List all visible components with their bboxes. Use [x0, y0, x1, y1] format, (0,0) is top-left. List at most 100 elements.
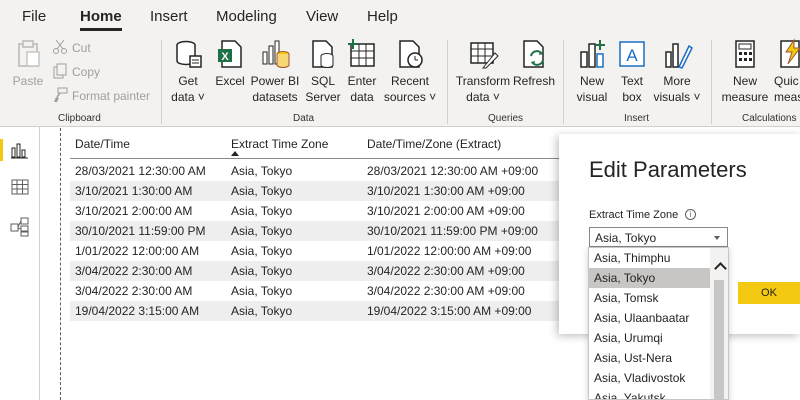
powerbi-datasets-icon: [259, 38, 291, 70]
ribbon: Paste Cut Copy Format painter Clipboard …: [0, 34, 800, 127]
dropdown-scrollbar[interactable]: [710, 248, 728, 399]
sql-server-button[interactable]: SQL Server: [304, 38, 342, 105]
group-label-calculations: Calculations: [742, 113, 797, 124]
table-cell: 3/04/2022 2:30:00 AM +09:00: [367, 264, 525, 278]
model-view-icon[interactable]: [10, 217, 30, 237]
menu-modeling[interactable]: Modeling: [216, 8, 277, 25]
svg-text:X: X: [221, 51, 229, 63]
table-cell: Asia, Tokyo: [231, 184, 293, 198]
new-visual-label-1: New: [579, 74, 604, 88]
more-visuals-label-2: visuals: [653, 90, 691, 104]
transform-label-2: data: [466, 90, 490, 104]
quick-measure-button[interactable]: Quic measu: [774, 38, 800, 105]
text-box-label-2: box: [622, 90, 642, 104]
recent-label-1: Recent: [390, 74, 430, 88]
table-cell: 28/03/2021 12:30:00 AM +09:00: [367, 164, 539, 178]
menu-help[interactable]: Help: [367, 8, 398, 25]
table-row: 19/04/2022 3:15:00 AM Asia, Tokyo 19/04/…: [70, 301, 560, 321]
table-cell: 28/03/2021 12:30:00 AM: [75, 164, 206, 178]
get-data-label-1: Get: [178, 74, 198, 88]
info-icon[interactable]: i: [685, 209, 696, 220]
menu-home[interactable]: Home: [80, 8, 122, 25]
menu-insert[interactable]: Insert: [150, 8, 188, 25]
dropdown-option[interactable]: Asia, Ust-Nera: [589, 348, 711, 368]
cut-label: Cut: [72, 41, 91, 55]
table-row: 28/03/2021 12:30:00 AM Asia, Tokyo 28/03…: [70, 161, 560, 181]
scroll-thumb[interactable]: [714, 280, 724, 399]
chevron-down-icon: ˅: [690, 90, 701, 104]
menu-view[interactable]: View: [306, 8, 338, 25]
group-separator: [447, 40, 448, 124]
ok-button[interactable]: OK: [738, 282, 800, 304]
active-tab-indicator: [80, 28, 122, 31]
refresh-label: Refresh: [513, 74, 556, 88]
transform-label-1: Transform: [455, 74, 511, 88]
group-label-data: Data: [293, 113, 315, 124]
header-divider: [70, 158, 560, 159]
active-view-indicator: [0, 139, 3, 161]
svg-text:A: A: [626, 46, 638, 65]
powerbi-datasets-button[interactable]: Power BI datasets: [250, 38, 300, 105]
enter-data-button[interactable]: Enter data: [344, 38, 380, 105]
time-zone-select[interactable]: Asia, Tokyo: [589, 227, 728, 247]
group-separator: [563, 40, 564, 124]
table-cell: 3/10/2021 1:30:00 AM +09:00: [367, 184, 525, 198]
excel-button[interactable]: X Excel: [212, 38, 248, 89]
table-plus-icon: [346, 38, 378, 70]
dropdown-option[interactable]: Asia, Vladivostok: [589, 368, 711, 388]
column-header-extract-time-zone[interactable]: Extract Time Zone: [231, 137, 328, 151]
dropdown-option-selected[interactable]: Asia, Tokyo: [589, 268, 711, 288]
table-row: 3/04/2022 2:30:00 AM Asia, Tokyo 3/04/20…: [70, 261, 560, 281]
chevron-down-icon: [714, 236, 720, 240]
get-data-label-2: data: [171, 90, 195, 104]
table-row: 3/04/2022 2:30:00 AM Asia, Tokyo 3/04/20…: [70, 281, 560, 301]
quick-measure-label-1: Quic: [774, 74, 799, 88]
sql-label-2: Server: [305, 90, 341, 104]
group-label-clipboard: Clipboard: [58, 113, 101, 124]
copy-label: Copy: [72, 65, 101, 79]
group-label-queries: Queries: [488, 113, 524, 124]
view-switcher-rail: [0, 127, 40, 400]
table-cell: Asia, Tokyo: [231, 164, 293, 178]
column-header-datetime[interactable]: Date/Time: [75, 137, 130, 151]
refresh-button[interactable]: Refresh: [513, 38, 555, 89]
transform-data-button[interactable]: Transform data ˅: [455, 38, 511, 105]
new-measure-button[interactable]: New measure: [718, 38, 772, 105]
dropdown-option[interactable]: Asia, Tomsk: [589, 288, 711, 308]
sql-server-icon: [307, 38, 339, 70]
table-cell: Asia, Tokyo: [231, 264, 293, 278]
more-visuals-icon: [661, 38, 693, 70]
format-painter-button[interactable]: Format painter: [52, 87, 150, 105]
table-cell: 1/01/2022 12:00:00 AM +09:00: [367, 244, 532, 258]
table-cell: 3/10/2021 2:00:00 AM +09:00: [367, 204, 525, 218]
dropdown-option[interactable]: Asia, Urumqi: [589, 328, 711, 348]
column-header-datetime-zone[interactable]: Date/Time/Zone (Extract): [367, 137, 501, 151]
chevron-down-icon: ˅: [489, 90, 500, 104]
scroll-up-icon[interactable]: [714, 262, 727, 275]
dropdown-option[interactable]: Asia, Thimphu: [589, 248, 711, 268]
new-visual-button[interactable]: New visual: [574, 38, 610, 105]
paste-button[interactable]: Paste: [10, 38, 46, 89]
group-separator: [161, 40, 162, 124]
table-cell: 3/10/2021 2:00:00 AM: [75, 204, 193, 218]
table-cell: 1/01/2022 12:00:00 AM: [75, 244, 200, 258]
table-row: 3/10/2021 2:00:00 AM Asia, Tokyo 3/10/20…: [70, 201, 560, 221]
enter-data-label-1: Enter: [347, 74, 377, 88]
get-data-button[interactable]: Get data ˅: [168, 38, 208, 105]
menu-file[interactable]: File: [22, 8, 46, 25]
text-box-label-1: Text: [620, 74, 643, 88]
recent-sources-button[interactable]: Recent sources ˅: [383, 38, 437, 105]
cut-button[interactable]: Cut: [52, 39, 91, 57]
data-view-icon[interactable]: [10, 177, 30, 197]
table-row: 1/01/2022 12:00:00 AM Asia, Tokyo 1/01/2…: [70, 241, 560, 261]
new-measure-label-1: New: [732, 74, 757, 88]
dropdown-option[interactable]: Asia, Ulaanbaatar: [589, 308, 711, 328]
more-visuals-button[interactable]: More visuals ˅: [652, 38, 702, 105]
paintbrush-icon: [54, 87, 68, 102]
copy-button[interactable]: Copy: [52, 63, 100, 81]
table-cell: Asia, Tokyo: [231, 284, 293, 298]
text-box-button[interactable]: A Text box: [614, 38, 650, 105]
dropdown-option[interactable]: Asia, Yakutsk: [589, 388, 711, 399]
report-view-icon[interactable]: [10, 140, 30, 160]
format-painter-label: Format painter: [72, 89, 151, 103]
